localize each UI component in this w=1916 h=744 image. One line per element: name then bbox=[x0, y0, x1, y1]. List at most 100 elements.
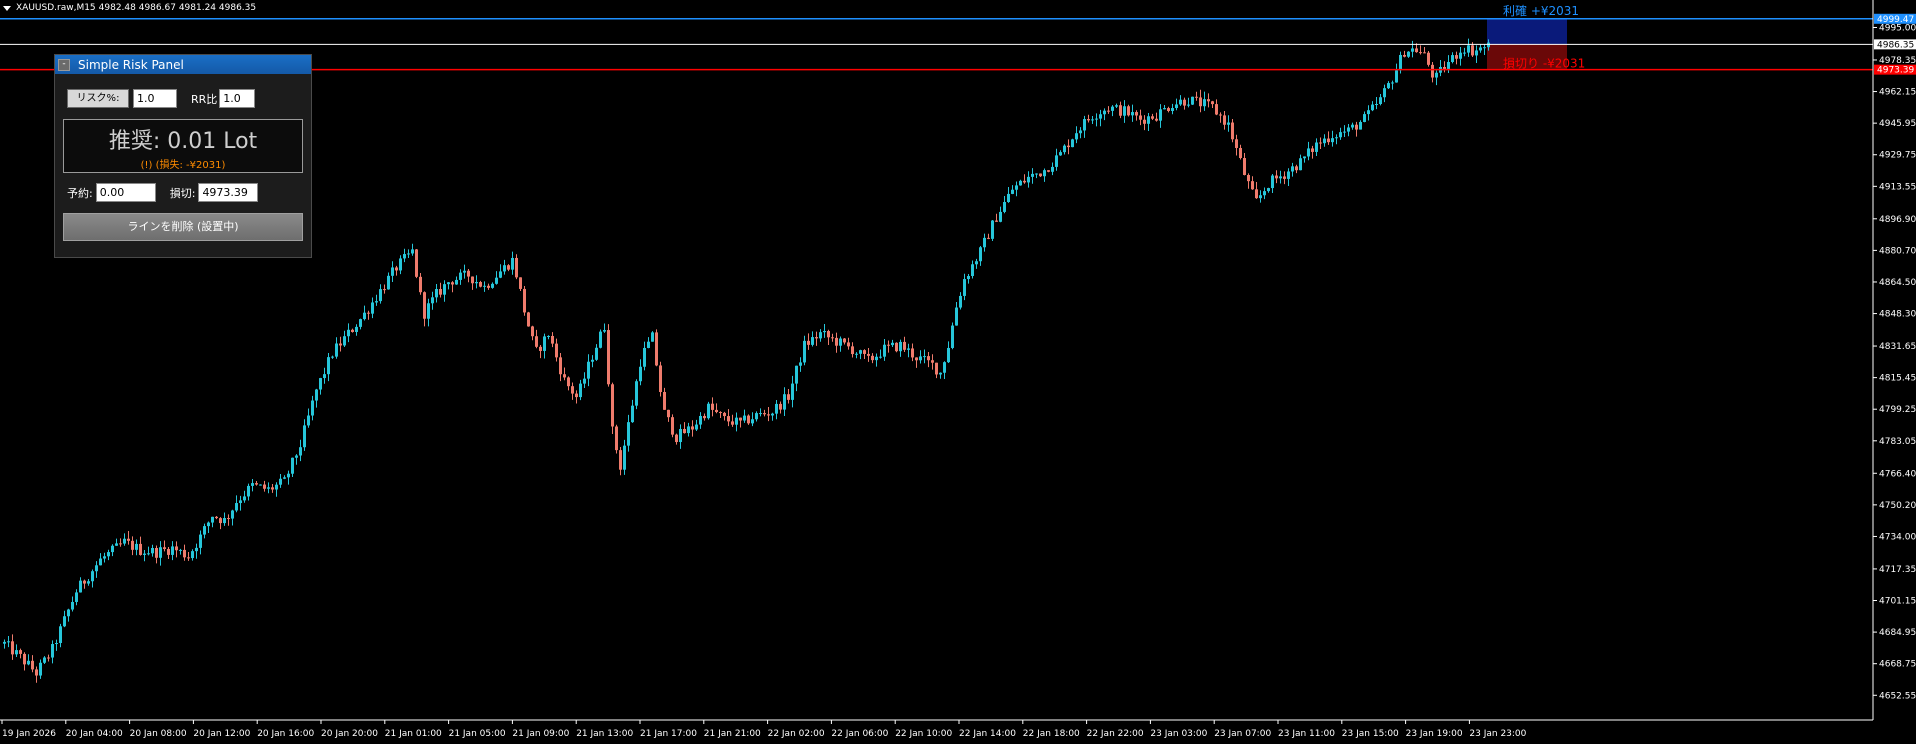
candle-body bbox=[595, 347, 598, 360]
candle-body bbox=[387, 275, 390, 290]
risk-percent-input[interactable]: 1.0 bbox=[133, 89, 177, 108]
candle-body bbox=[347, 329, 350, 337]
y-tick-label: 4734.00 bbox=[1879, 532, 1916, 542]
candle-body bbox=[91, 571, 94, 582]
rr-input[interactable]: 1.0 bbox=[219, 89, 256, 108]
candle-body bbox=[1155, 118, 1158, 121]
candle-body bbox=[919, 356, 922, 361]
candle-body bbox=[835, 337, 838, 346]
minimize-icon[interactable]: - bbox=[58, 58, 70, 71]
candle-body bbox=[1371, 104, 1374, 111]
menu-arrow-icon[interactable] bbox=[3, 5, 11, 11]
y-tick-label: 4717.35 bbox=[1879, 565, 1916, 575]
candle-body bbox=[1199, 97, 1202, 107]
candle-body bbox=[815, 337, 818, 339]
candle-body bbox=[995, 220, 998, 222]
candle-body bbox=[1275, 175, 1278, 179]
candle-body bbox=[887, 344, 890, 346]
candle-body bbox=[323, 374, 326, 379]
y-tick-label: 4913.55 bbox=[1879, 182, 1916, 192]
panel-title-bar[interactable]: - Simple Risk Panel bbox=[55, 55, 311, 74]
candle-body bbox=[1011, 189, 1014, 194]
delete-lines-button[interactable]: ラインを削除 (設置中) bbox=[63, 213, 303, 241]
candle-body bbox=[343, 336, 346, 346]
candle-body bbox=[1103, 110, 1106, 115]
recommended-lot: 推奨: 0.01 Lot bbox=[108, 129, 258, 154]
candle-body bbox=[683, 428, 686, 434]
y-tick-label: 4766.40 bbox=[1879, 469, 1916, 479]
candle-body bbox=[267, 487, 270, 489]
candle-body bbox=[907, 348, 910, 350]
candle-body bbox=[87, 581, 90, 584]
candle-body bbox=[627, 422, 630, 446]
candle-body bbox=[1375, 103, 1378, 105]
candle-body bbox=[159, 547, 162, 558]
risk-percent-button[interactable]: リスク%: bbox=[67, 89, 129, 108]
candle-body bbox=[1447, 61, 1450, 69]
candle-body bbox=[1143, 119, 1146, 124]
candle-body bbox=[719, 412, 722, 414]
candle-body bbox=[591, 359, 594, 362]
candle-body bbox=[299, 447, 302, 456]
candle-body bbox=[859, 350, 862, 354]
candle-body bbox=[1363, 114, 1366, 122]
candle-body bbox=[507, 265, 510, 270]
candle-body bbox=[291, 457, 294, 474]
x-tick-label: 20 Jan 20:00 bbox=[321, 729, 378, 739]
candle-body bbox=[679, 428, 682, 443]
candle-body bbox=[83, 580, 86, 584]
candle-body bbox=[487, 285, 490, 288]
y-tick-label: 4945.95 bbox=[1879, 119, 1916, 129]
candle-body bbox=[759, 413, 762, 415]
candle-body bbox=[1419, 52, 1422, 54]
candle-body bbox=[703, 415, 706, 419]
candle-body bbox=[827, 330, 830, 338]
candle-body bbox=[103, 556, 106, 559]
y-tick-label: 4848.30 bbox=[1879, 310, 1916, 320]
candle-body bbox=[1355, 124, 1358, 130]
candle-body bbox=[119, 543, 122, 545]
x-tick-label: 21 Jan 01:00 bbox=[385, 729, 442, 739]
candle-body bbox=[1043, 170, 1046, 177]
entry-input[interactable]: 0.00 bbox=[95, 183, 156, 202]
y-tick-label: 4978.35 bbox=[1879, 56, 1916, 66]
candle-body bbox=[1331, 138, 1334, 143]
x-tick-label: 23 Jan 23:00 bbox=[1469, 729, 1526, 739]
candle-body bbox=[1187, 104, 1190, 106]
candle-body bbox=[539, 346, 542, 351]
y-tick-label: 4701.15 bbox=[1879, 597, 1916, 607]
candle-body bbox=[1191, 96, 1194, 105]
candle-body bbox=[371, 302, 374, 314]
candle-body bbox=[903, 341, 906, 350]
candle-body bbox=[971, 264, 974, 277]
candle-body bbox=[951, 325, 954, 348]
candle-body bbox=[599, 331, 602, 348]
candle-body bbox=[979, 247, 982, 262]
candle-body bbox=[1075, 133, 1078, 140]
candle-body bbox=[583, 378, 586, 384]
sl-input[interactable]: 4973.39 bbox=[198, 183, 259, 202]
candle-body bbox=[335, 343, 338, 357]
candle-body bbox=[1271, 175, 1274, 189]
candle-body bbox=[275, 484, 278, 490]
candle-body bbox=[423, 292, 426, 319]
chart-window[interactable]: 利確 +¥2031 損切り -¥2031 4995.00 4978.35 4962.1… bbox=[0, 0, 1916, 744]
candle-body bbox=[763, 413, 766, 415]
candle-body bbox=[1159, 109, 1162, 121]
candle-body bbox=[915, 357, 918, 361]
candle-body bbox=[1415, 48, 1418, 53]
candle-body bbox=[615, 426, 618, 451]
candle-body bbox=[1303, 156, 1306, 159]
candle-body bbox=[947, 347, 950, 363]
risk-panel[interactable]: - Simple Risk Panel リスク%: 1.0 RR比 1.0 推奨… bbox=[54, 54, 312, 258]
candle-body bbox=[1095, 118, 1098, 120]
candle-body bbox=[1351, 124, 1354, 128]
candle-body bbox=[1255, 189, 1258, 199]
candle-body bbox=[115, 543, 118, 546]
candle-body bbox=[1027, 176, 1030, 183]
candle-body bbox=[1227, 122, 1230, 125]
x-tick-label: 22 Jan 22:00 bbox=[1087, 729, 1144, 739]
candle-body bbox=[339, 343, 342, 346]
candle-body bbox=[199, 534, 202, 548]
candle-body bbox=[107, 552, 110, 557]
